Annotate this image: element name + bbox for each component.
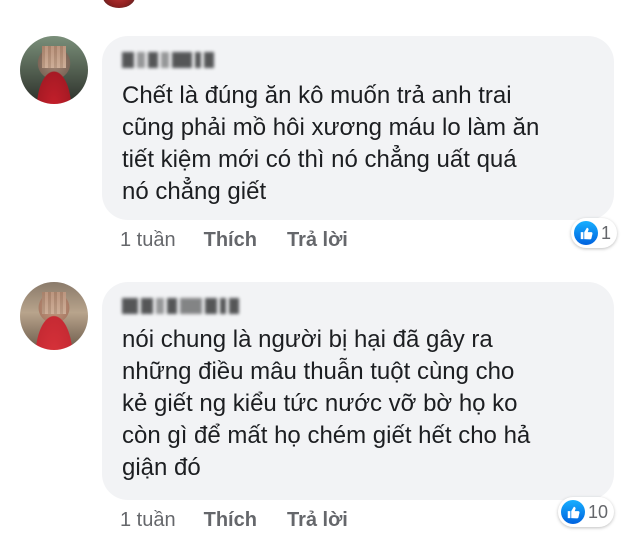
comment-bubble: nói chung là người bị hại đã gây ra nhữn… <box>102 282 614 500</box>
reaction-count: 10 <box>588 501 609 522</box>
avatar[interactable] <box>20 36 88 104</box>
reaction-badge[interactable]: 1 <box>571 218 618 248</box>
like-button[interactable]: Thích <box>204 229 257 252</box>
comment-timestamp[interactable]: 1 tuần <box>120 229 176 252</box>
avatar[interactable] <box>20 282 88 350</box>
reaction-badge[interactable]: 10 <box>558 497 615 527</box>
avatar-previous[interactable] <box>103 0 135 8</box>
comment-actions: 1 tuần Thích Trả lời <box>120 506 378 534</box>
reply-button[interactable]: Trả lời <box>287 229 348 252</box>
like-icon <box>561 500 585 524</box>
comment-text: Chết là đúng ăn kô muốn trả anh trai cũn… <box>122 82 540 205</box>
avatar-pixelation <box>42 292 66 314</box>
reply-button[interactable]: Trả lời <box>287 509 348 532</box>
comment-timestamp[interactable]: 1 tuần <box>120 509 176 532</box>
comment-bubble: Chết là đúng ăn kô muốn trả anh trai cũn… <box>102 36 614 220</box>
avatar-pixelation <box>42 46 66 68</box>
commenter-name-blurred[interactable] <box>122 296 239 316</box>
like-button[interactable]: Thích <box>204 509 257 532</box>
comment-text: nói chung là người bị hại đã gây ra nhữn… <box>122 326 531 481</box>
like-icon <box>574 221 598 245</box>
comment-actions: 1 tuần Thích Trả lời <box>120 226 378 254</box>
commenter-name-blurred[interactable] <box>122 50 214 70</box>
reaction-count: 1 <box>601 222 612 243</box>
